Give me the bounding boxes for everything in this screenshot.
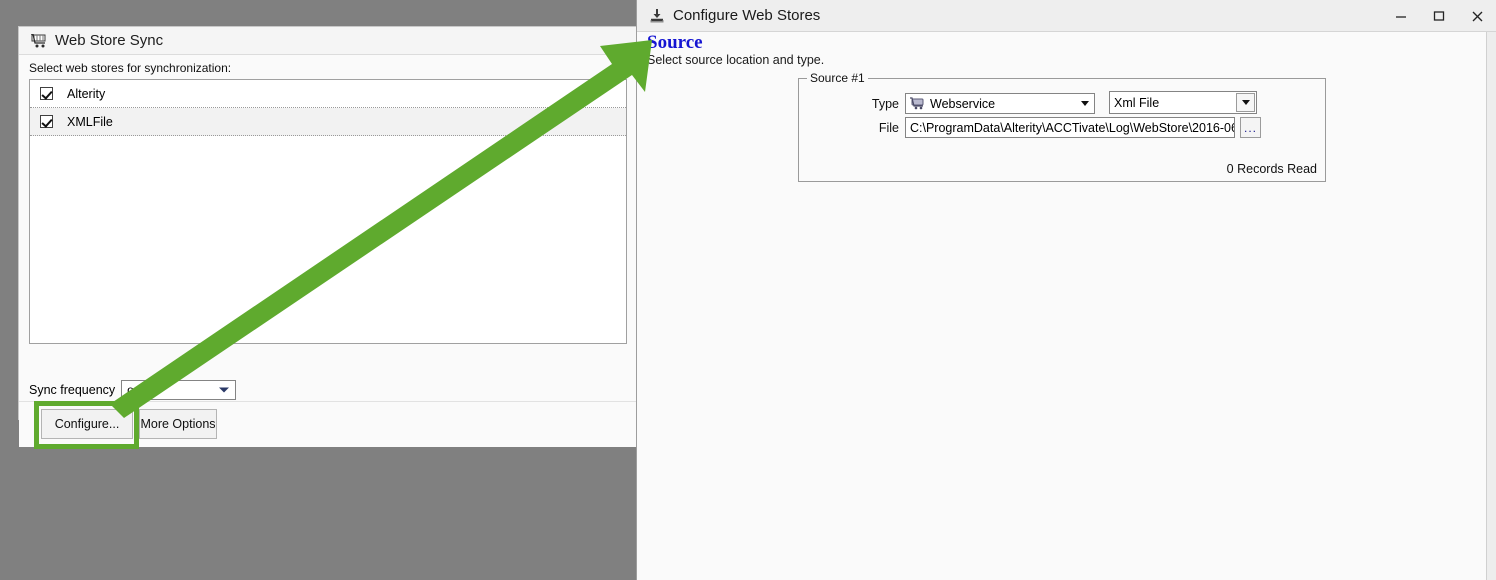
sync-frequency-select[interactable]: once — [121, 380, 237, 400]
type-label: Type — [871, 97, 899, 111]
configure-button[interactable]: Configure... — [41, 409, 133, 439]
maximize-button[interactable] — [1420, 0, 1458, 32]
configure-web-stores-window: Configure Web Stores Source Select sourc… — [636, 0, 1496, 580]
source-group-legend: Source #1 — [807, 71, 868, 85]
sync-frequency-row: Sync frequency once — [29, 380, 237, 400]
source-type-select[interactable]: Webservice — [905, 93, 1095, 114]
sync-frequency-value: once — [127, 383, 154, 397]
page-title: Source — [647, 32, 703, 53]
file-label: File — [878, 121, 899, 135]
window-controls — [1382, 0, 1496, 32]
configure-window-title: Configure Web Stores — [673, 7, 821, 24]
file-path-input[interactable]: C:\ProgramData\Alterity\ACCTivate\Log\We… — [905, 117, 1235, 138]
list-item-label: XMLFile — [67, 114, 113, 129]
browse-file-button[interactable]: ... — [1240, 117, 1261, 138]
source-format-value: Xml File — [1114, 95, 1160, 110]
right-edge-scrollbar[interactable] — [1486, 32, 1496, 580]
web-store-sync-title: Web Store Sync — [55, 32, 164, 49]
web-store-sync-window: Web Store Sync Select web stores for syn… — [18, 26, 636, 449]
source-type-value: Webservice — [930, 96, 996, 111]
list-item[interactable]: XMLFile — [30, 108, 626, 136]
configure-body: Source Select source location and type. … — [637, 32, 1486, 580]
shopping-cart-icon — [31, 32, 47, 48]
store-checkbox[interactable] — [40, 115, 53, 128]
source-format-select[interactable]: Xml File — [1109, 91, 1257, 114]
web-store-sync-titlebar: Web Store Sync — [19, 27, 636, 55]
web-store-list[interactable]: Alterity XMLFile — [29, 79, 627, 344]
chevron-down-icon[interactable] — [1236, 93, 1255, 112]
page-subtitle: Select source location and type. — [647, 53, 825, 67]
shopping-cart-icon — [910, 97, 925, 110]
records-read-status: 0 Records Read — [1226, 162, 1317, 176]
chevron-down-icon — [219, 387, 230, 393]
list-item[interactable]: Alterity — [30, 80, 626, 108]
close-button[interactable] — [1458, 0, 1496, 32]
sync-frequency-label: Sync frequency — [29, 383, 116, 397]
configure-titlebar: Configure Web Stores — [637, 0, 1496, 32]
source-group-box: Source #1 Type Webservice Xml File File … — [798, 71, 1326, 182]
file-path-value: C:\ProgramData\Alterity\ACCTivate\Log\We… — [910, 120, 1234, 135]
store-checkbox[interactable] — [40, 87, 53, 100]
import-tray-icon — [649, 8, 665, 24]
list-item-label: Alterity — [67, 86, 106, 101]
select-stores-label: Select web stores for synchronization: — [29, 61, 232, 75]
chevron-down-icon[interactable] — [1076, 95, 1093, 112]
screen-root: Web Store Sync Select web stores for syn… — [0, 0, 1496, 580]
more-options-button[interactable]: More Options — [139, 409, 217, 439]
minimize-button[interactable] — [1382, 0, 1420, 32]
